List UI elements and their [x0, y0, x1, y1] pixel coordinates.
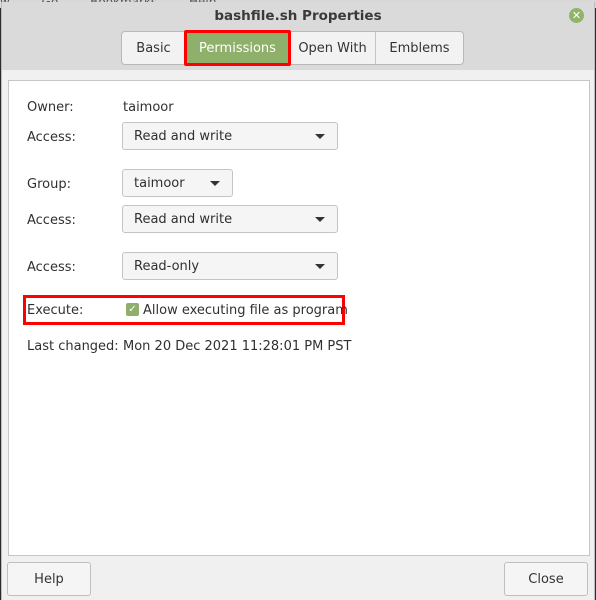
group-label: Group: — [27, 177, 71, 192]
tab-basic[interactable]: Basic — [122, 32, 186, 64]
group-access-label: Access: — [27, 213, 76, 228]
chevron-down-icon — [315, 217, 325, 222]
chevron-down-icon — [210, 181, 220, 186]
close-icon[interactable]: ✕ — [569, 8, 584, 23]
execute-label: Execute: — [27, 303, 84, 318]
properties-dialog: bashfile.sh Properties ✕ Basic Permissio… — [1, 2, 595, 600]
titlebar: bashfile.sh Properties ✕ Basic Permissio… — [2, 2, 594, 70]
execute-checkbox-label[interactable]: Allow executing file as program — [143, 303, 348, 318]
last-changed-value: Mon 20 Dec 2021 11:28:01 PM PST — [123, 339, 352, 354]
close-button[interactable]: Close — [504, 562, 588, 596]
window-title: bashfile.sh Properties — [214, 8, 382, 24]
others-access-label: Access: — [27, 260, 76, 275]
owner-access-label: Access: — [27, 130, 76, 145]
group-dropdown[interactable]: taimoor — [122, 169, 233, 197]
owner-value: taimoor — [123, 100, 174, 115]
tab-permissions[interactable]: Permissions — [184, 30, 291, 66]
help-button[interactable]: Help — [7, 562, 91, 596]
group-access-value: Read and write — [134, 211, 233, 227]
group-access-dropdown[interactable]: Read and write — [122, 205, 338, 233]
owner-access-dropdown[interactable]: Read and write — [122, 122, 338, 150]
owner-access-value: Read and write — [134, 128, 233, 144]
permissions-panel: Owner: taimoor Access: Read and write Gr… — [8, 80, 590, 556]
others-access-dropdown[interactable]: Read-only — [122, 252, 338, 280]
group-value: taimoor — [134, 175, 185, 191]
tab-open-with[interactable]: Open With — [290, 32, 376, 64]
last-changed-label: Last changed: — [27, 339, 119, 354]
chevron-down-icon — [315, 264, 325, 269]
execute-checkbox[interactable]: ✓ — [126, 303, 139, 316]
owner-label: Owner: — [27, 100, 74, 115]
tab-emblems[interactable]: Emblems — [376, 32, 463, 64]
others-access-value: Read-only — [134, 258, 200, 274]
tab-bar: Basic Permissions Open With Emblems — [121, 30, 464, 66]
chevron-down-icon — [315, 134, 325, 139]
